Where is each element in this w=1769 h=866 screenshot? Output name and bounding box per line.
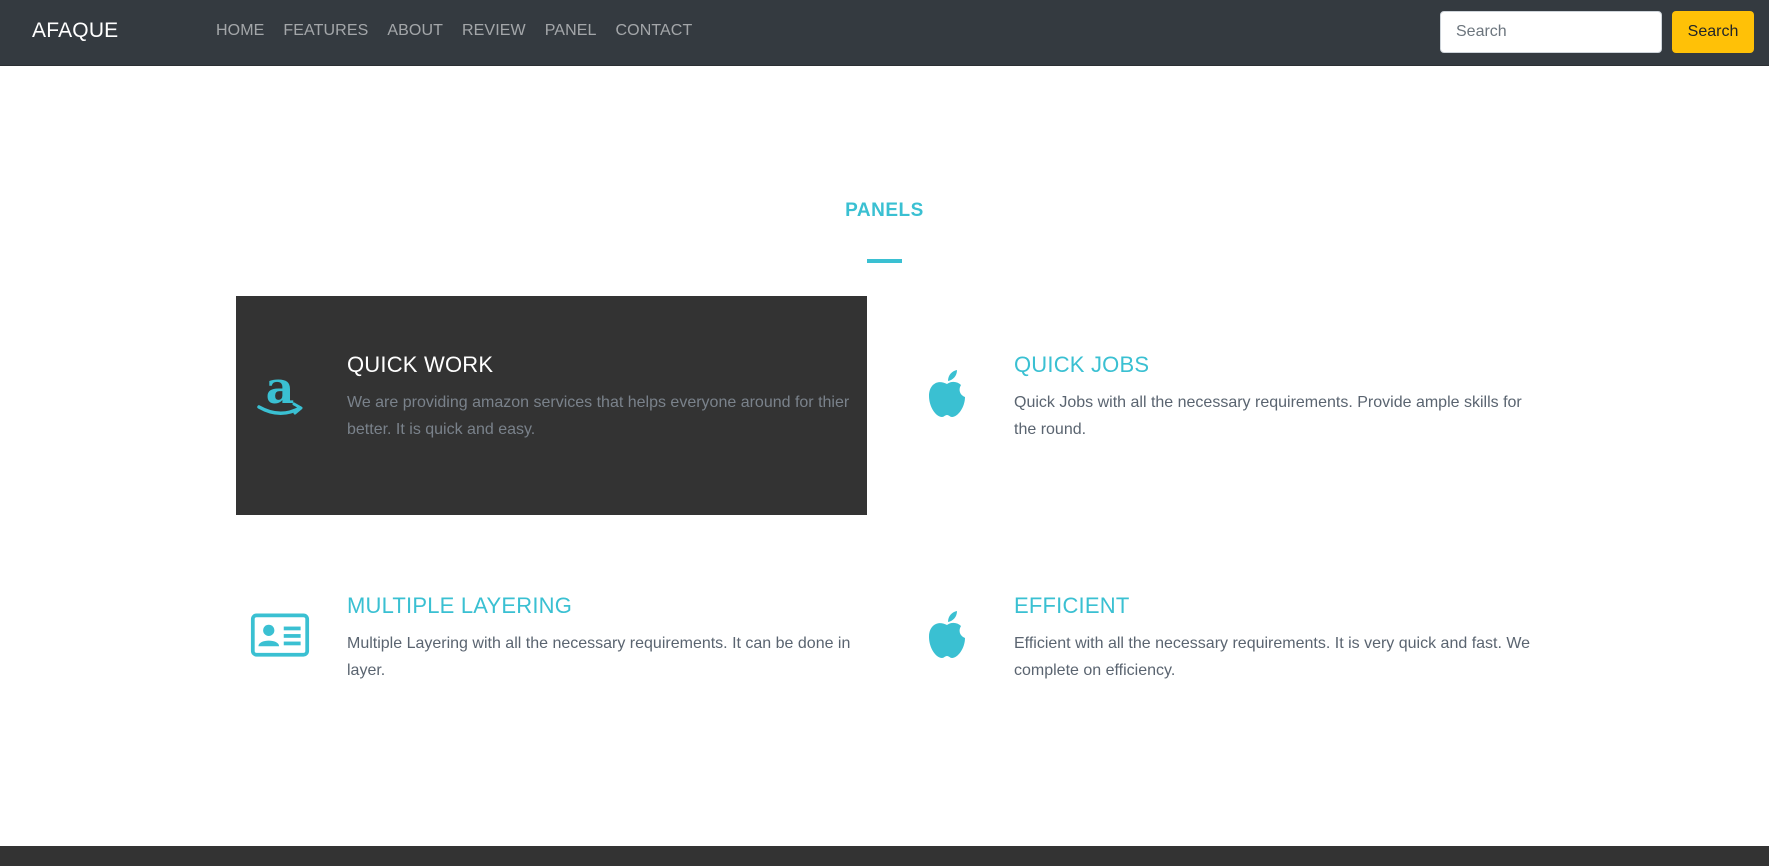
nav-link-features[interactable]: FEATURES — [283, 22, 368, 40]
panel-title: QUICK JOBS — [1014, 352, 1150, 377]
panel-description: Quick Jobs with all the necessary requir… — [1014, 394, 1522, 438]
nav-link-home[interactable]: HOME — [216, 22, 264, 40]
top-navbar: AFAQUE HOME FEATURES ABOUT REVIEW PANEL … — [0, 0, 1769, 66]
panel-quick-work[interactable]: a QUICK WORK We are providing amazon ser… — [236, 296, 867, 515]
panel-title: EFFICIENT — [1014, 593, 1130, 618]
search-input[interactable] — [1440, 11, 1662, 53]
panel-description: Multiple Layering with all the necessary… — [347, 635, 851, 679]
panel-title: MULTIPLE LAYERING — [347, 593, 573, 618]
footer-bar — [0, 846, 1769, 866]
amazon-icon: a — [250, 364, 310, 424]
svg-text:a: a — [266, 367, 295, 414]
panel-description: Efficient with all the necessary require… — [1014, 635, 1531, 679]
nav-link-panel[interactable]: PANEL — [545, 22, 597, 40]
panel-multiple-layering[interactable]: MULTIPLE LAYERING Multiple Layering with… — [236, 537, 867, 756]
title-underline — [867, 259, 902, 263]
nav-links: HOME FEATURES ABOUT REVIEW PANEL CONTACT — [216, 22, 692, 40]
nav-link-about[interactable]: ABOUT — [387, 22, 443, 40]
panel-quick-jobs[interactable]: QUICK JOBS Quick Jobs with all the neces… — [903, 296, 1534, 515]
nav-link-review[interactable]: REVIEW — [462, 22, 526, 40]
panel-description: We are providing amazon services that he… — [347, 394, 850, 438]
id-card-icon — [250, 605, 310, 665]
panel-efficient[interactable]: EFFICIENT Efficient with all the necessa… — [903, 537, 1534, 756]
section-title: PANELS — [845, 200, 924, 221]
apple-icon — [917, 364, 977, 424]
brand-logo[interactable]: AFAQUE — [32, 19, 118, 43]
search-button[interactable]: Search — [1672, 11, 1754, 53]
nav-link-contact[interactable]: CONTACT — [616, 22, 693, 40]
panel-title: QUICK WORK — [347, 352, 494, 377]
apple-icon — [917, 605, 977, 665]
